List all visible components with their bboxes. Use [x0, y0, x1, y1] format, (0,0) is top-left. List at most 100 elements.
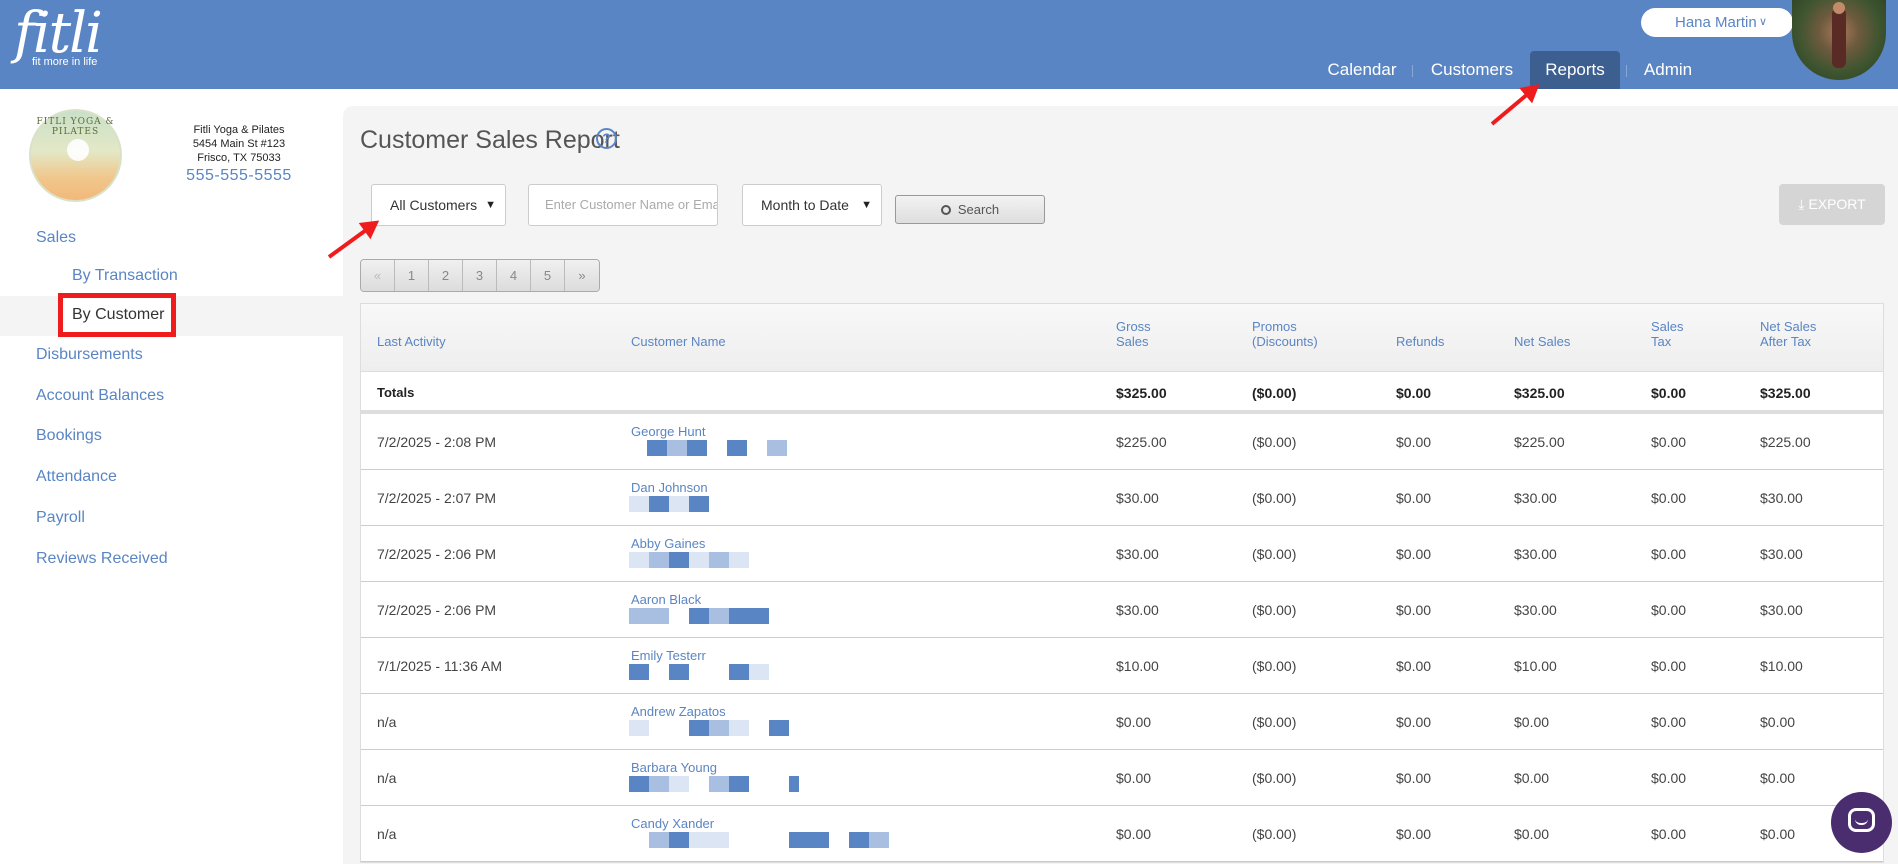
redaction-block: [789, 776, 799, 792]
customer-search-input[interactable]: Enter Customer Name or Email: [528, 184, 718, 226]
row-last-activity: 7/2/2025 - 2:08 PM: [377, 434, 497, 450]
col-sales-tax[interactable]: Sales Tax: [1651, 319, 1684, 349]
redaction-block: [707, 440, 727, 456]
sidebar-item-by-customer[interactable]: By Customer: [58, 293, 176, 337]
customer-name-link[interactable]: Abby Gaines: [631, 536, 705, 551]
avatar[interactable]: [1792, 0, 1886, 80]
nav-reports[interactable]: Reports: [1530, 51, 1620, 89]
customer-name-link[interactable]: George Hunt: [631, 424, 705, 439]
nav-admin[interactable]: Admin: [1636, 51, 1700, 89]
customer-name-link[interactable]: Dan Johnson: [631, 480, 708, 495]
redaction-block: [729, 664, 749, 680]
customer-name-link[interactable]: Barbara Young: [631, 760, 717, 775]
row-last-activity: 7/2/2025 - 2:07 PM: [377, 490, 497, 506]
col-customer-name[interactable]: Customer Name: [631, 334, 726, 349]
row-tax: $0.00: [1651, 658, 1687, 674]
row-refunds: $0.00: [1396, 490, 1432, 506]
help-icon[interactable]: ?: [596, 128, 617, 149]
table-row: 7/2/2025 - 2:08 PM $225.00 ($0.00) $0.00 $22…: [361, 414, 1883, 470]
studio-logo-text: FITLI YOGA & PILATES: [36, 117, 115, 137]
redacted-contact: [629, 776, 799, 792]
row-gross: $30.00: [1116, 546, 1159, 562]
nav-divider: [1626, 65, 1627, 77]
search-icon: [940, 205, 951, 215]
col-refunds[interactable]: Refunds: [1396, 334, 1444, 349]
row-net-after-tax: $0.00: [1760, 826, 1796, 842]
customer-name-link[interactable]: Candy Xander: [631, 816, 714, 831]
redaction-block: [729, 776, 749, 792]
row-promos: ($0.00): [1252, 434, 1297, 450]
fitli-logo[interactable]: fitli fit more in life: [14, 6, 103, 69]
sidebar-item-attendance[interactable]: Attendance: [36, 468, 117, 486]
chevron-down-icon: ▼: [861, 199, 872, 211]
totals-promos: ($0.00): [1252, 385, 1297, 401]
table-body: 7/2/2025 - 2:08 PM $225.00 ($0.00) $0.00 $22…: [361, 414, 1883, 862]
redacted-contact: [629, 720, 789, 736]
col-net-sales[interactable]: Net Sales: [1514, 334, 1570, 349]
col-net-after-tax[interactable]: Net Sales After Tax: [1760, 319, 1816, 349]
col-gross-sales[interactable]: Gross Sales: [1116, 319, 1151, 349]
pagination-page[interactable]: 1: [395, 260, 429, 291]
export-button[interactable]: ⤓ EXPORT: [1779, 184, 1885, 225]
totals-label: Totals: [377, 385, 415, 400]
redaction-block: [669, 776, 689, 792]
row-gross: $0.00: [1116, 770, 1152, 786]
row-tax: $0.00: [1651, 714, 1687, 730]
sidebar-item-disbursements[interactable]: Disbursements: [36, 346, 143, 364]
row-net: $0.00: [1514, 714, 1550, 730]
nav-calendar[interactable]: Calendar: [1317, 51, 1407, 89]
sales-table: Last Activity Customer Name Gross Sales …: [360, 303, 1884, 863]
redaction-block: [649, 664, 669, 680]
logo-tagline: fit more in life: [32, 56, 98, 68]
col-promos[interactable]: Promos (Discounts): [1252, 319, 1318, 349]
col-gross-sales-line2: Sales: [1116, 334, 1149, 349]
redaction-block: [709, 720, 729, 736]
pagination-page[interactable]: 2: [429, 260, 463, 291]
sidebar-item-payroll[interactable]: Payroll: [36, 509, 85, 527]
col-last-activity[interactable]: Last Activity: [377, 334, 446, 349]
table-row: n/a $0.00 ($0.00) $0.00 $0.00 $0.00 $0.00 Candy…: [361, 806, 1883, 862]
user-menu[interactable]: Hana Martin ∨: [1641, 8, 1793, 37]
sidebar-item-bookings[interactable]: Bookings: [36, 427, 102, 445]
totals-gross: $325.00: [1116, 385, 1167, 401]
row-promos: ($0.00): [1252, 770, 1297, 786]
nav-customers[interactable]: Customers: [1422, 51, 1522, 89]
studio-logo: FITLI YOGA & PILATES: [29, 109, 122, 202]
pagination-page[interactable]: 3: [463, 260, 497, 291]
sidebar-item-by-transaction[interactable]: By Transaction: [72, 267, 178, 285]
redaction-block: [689, 496, 709, 512]
redaction-block: [667, 440, 687, 456]
redaction-block: [629, 440, 647, 456]
row-net: $30.00: [1514, 546, 1557, 562]
pagination-prev[interactable]: «: [361, 260, 395, 291]
search-button[interactable]: Search: [895, 195, 1045, 224]
redacted-contact: [629, 664, 769, 680]
totals-row: Totals $325.00 ($0.00) $0.00 $325.00 $0.…: [361, 372, 1883, 414]
customer-filter-select[interactable]: All Customers ▼: [371, 184, 506, 226]
pagination-page[interactable]: 5: [531, 260, 565, 291]
customer-name-link[interactable]: Aaron Black: [631, 592, 701, 607]
redaction-block: [749, 608, 769, 624]
sidebar-item-account-balances[interactable]: Account Balances: [36, 387, 164, 405]
studio-phone[interactable]: 555-555-5555: [160, 167, 318, 185]
pagination-next[interactable]: »: [565, 260, 599, 291]
customer-name-link[interactable]: Emily Testerr: [631, 648, 706, 663]
customer-name-link[interactable]: Andrew Zapatos: [631, 704, 726, 719]
col-promos-line2: (Discounts): [1252, 334, 1318, 349]
redaction-block: [669, 720, 689, 736]
nav-divider: [1412, 65, 1413, 77]
chevron-down-icon: ∨: [1758, 16, 1767, 28]
date-range-select[interactable]: Month to Date ▼: [742, 184, 882, 226]
row-net-after-tax: $30.00: [1760, 602, 1803, 618]
customer-filter-value: All Customers: [390, 197, 478, 213]
sidebar-item-sales[interactable]: Sales: [36, 229, 76, 247]
row-net-after-tax: $30.00: [1760, 546, 1803, 562]
chat-button[interactable]: [1831, 792, 1892, 853]
row-net-after-tax: $0.00: [1760, 714, 1796, 730]
download-icon: ⤓: [1798, 196, 1805, 212]
pagination-page[interactable]: 4: [497, 260, 531, 291]
sidebar-item-reviews-received[interactable]: Reviews Received: [36, 550, 168, 568]
redaction-block: [789, 832, 809, 848]
date-range-value: Month to Date: [761, 197, 849, 213]
studio-address: Fitli Yoga & Pilates 5454 Main St #123 F…: [160, 123, 318, 165]
